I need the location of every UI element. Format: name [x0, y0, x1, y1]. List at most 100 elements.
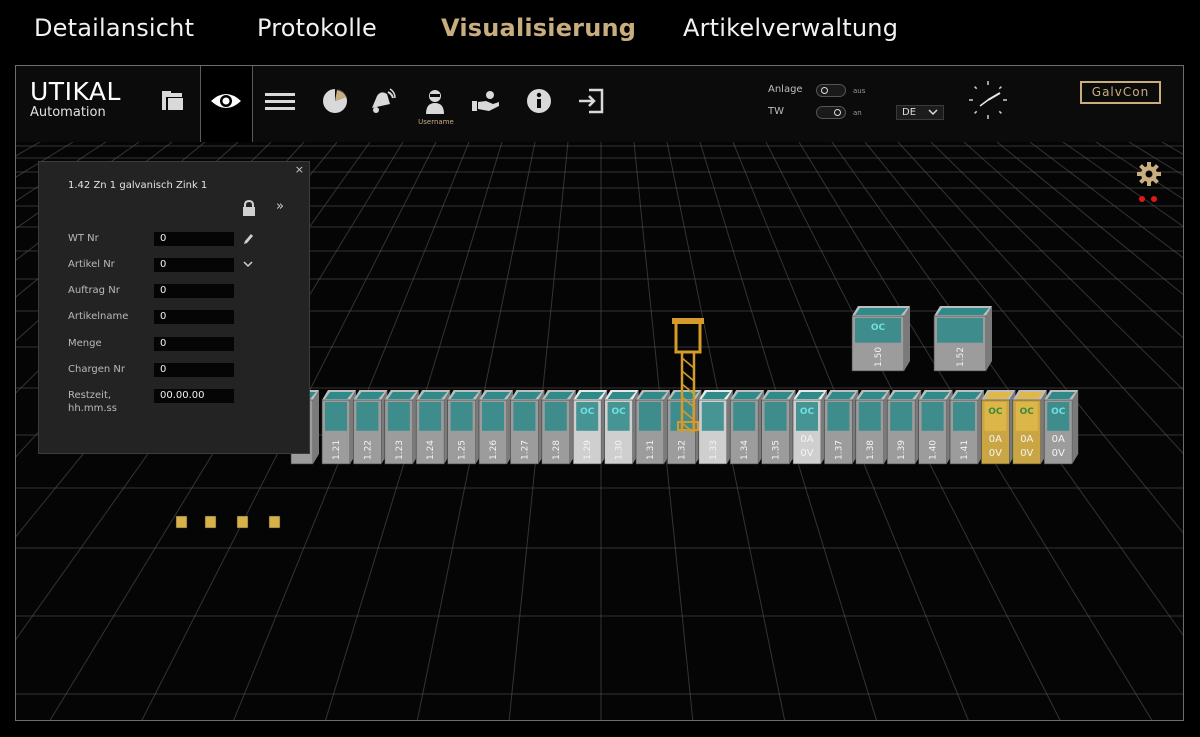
user-icon[interactable]: [418, 84, 452, 118]
tank[interactable]: 1.34: [729, 390, 765, 465]
svg-text:1.52: 1.52: [956, 347, 966, 367]
field-label: Artikel Nr: [68, 259, 115, 270]
tw-toggle[interactable]: [816, 106, 846, 119]
svg-text:1.50: 1.50: [874, 347, 884, 367]
svg-text:1.31: 1.31: [646, 440, 656, 460]
info-icon[interactable]: [522, 84, 556, 118]
tank[interactable]: 1.35: [761, 390, 796, 465]
app-window: UTIKAL Automation Username Anlage aus TW…: [15, 65, 1184, 721]
clock-icon: [969, 81, 1007, 119]
close-button[interactable]: ×: [295, 163, 304, 176]
tab-artikelverwaltung[interactable]: Artikelverwaltung: [683, 14, 898, 42]
pie-chart-icon[interactable]: [318, 84, 352, 118]
alarm-bell-icon[interactable]: [365, 84, 399, 118]
galvcon-button[interactable]: GalvCon: [1080, 81, 1161, 104]
svg-text:1.41: 1.41: [960, 440, 970, 460]
svg-text:1.23: 1.23: [395, 440, 405, 460]
restzeit-input[interactable]: [154, 389, 234, 403]
artikelname-input[interactable]: [154, 310, 234, 324]
language-select[interactable]: DE: [896, 105, 944, 120]
tank[interactable]: OC 1.29: [572, 390, 608, 465]
svg-text:1.35: 1.35: [772, 440, 782, 460]
chevron-down-icon[interactable]: [242, 260, 254, 268]
tank[interactable]: 1.52: [933, 306, 992, 372]
tab-visualisierung[interactable]: Visualisierung: [441, 14, 636, 42]
tank-line: OC 1.50 1.52 1.21 1.22 1.23 1.24 1.25 1.26 1.27 1.…: [175, 306, 1079, 529]
menge-input[interactable]: [154, 337, 234, 351]
tank[interactable]: OC 0A 0V: [1043, 390, 1079, 465]
tank[interactable]: 1.27: [510, 390, 545, 465]
svg-text:OC: OC: [580, 407, 595, 417]
svg-text:OC: OC: [1020, 407, 1035, 417]
hand-coin-icon[interactable]: [469, 84, 503, 118]
tank[interactable]: OC 0A 0V: [792, 390, 827, 465]
chargen-nr-input[interactable]: [154, 363, 234, 377]
tank[interactable]: 1.33: [698, 390, 733, 465]
svg-text:1.21: 1.21: [332, 440, 342, 460]
brand-logo: UTIKAL Automation: [30, 78, 121, 120]
tank-markers: [175, 515, 281, 529]
tank[interactable]: 1.25: [447, 390, 482, 465]
anlage-state: aus: [853, 87, 866, 95]
expand-button[interactable]: »: [276, 199, 284, 214]
svg-text:OC: OC: [800, 407, 815, 417]
pencil-icon[interactable]: [242, 232, 254, 246]
tank[interactable]: 1.37: [824, 390, 859, 465]
svg-text:1.30: 1.30: [615, 440, 625, 460]
username-label: Username: [418, 118, 454, 126]
svg-text:0A: 0A: [989, 434, 1002, 445]
svg-text:OC: OC: [988, 407, 1003, 417]
status-indicator: [1139, 196, 1157, 202]
svg-text:0A: 0A: [800, 434, 813, 445]
wt-nr-input[interactable]: [154, 232, 234, 246]
tank[interactable]: OC 0A 0V: [1012, 390, 1047, 465]
tab-protokolle[interactable]: Protokolle: [257, 14, 377, 42]
svg-text:OC: OC: [871, 323, 886, 333]
tank[interactable]: 1.41: [949, 390, 984, 465]
lock-icon[interactable]: [242, 200, 256, 216]
tank[interactable]: 1.40: [918, 390, 953, 465]
tank[interactable]: 1.24: [415, 390, 451, 465]
tank[interactable]: OC 1.50: [851, 306, 910, 372]
svg-text:1.34: 1.34: [740, 440, 750, 460]
tank[interactable]: OC 1.30: [604, 390, 639, 465]
field-label: Restzeit, hh.mm.ss: [68, 390, 117, 414]
brand-subtitle: Automation: [30, 105, 106, 120]
tank[interactable]: 1.22: [353, 390, 388, 465]
tank-detail-panel: × 1.42 Zn 1 galvanisch Zink 1 » WT Nr Ar…: [38, 161, 310, 454]
svg-text:1.33: 1.33: [709, 440, 719, 460]
tank[interactable]: 1.39: [886, 390, 922, 465]
menu-icon[interactable]: [263, 84, 297, 118]
anlage-toggle[interactable]: [816, 84, 846, 97]
svg-text:1.29: 1.29: [583, 440, 593, 460]
tank[interactable]: 1.38: [855, 390, 890, 465]
tank[interactable]: 1.23: [384, 390, 419, 465]
svg-text:OC: OC: [1051, 407, 1066, 417]
tank[interactable]: 1.32: [667, 390, 702, 465]
tank[interactable]: 1.28: [541, 390, 576, 465]
gear-icon[interactable]: [1136, 161, 1162, 187]
eye-icon[interactable]: [209, 84, 243, 118]
svg-text:0V: 0V: [800, 448, 813, 459]
svg-text:0A: 0A: [1020, 434, 1033, 445]
svg-text:1.27: 1.27: [520, 440, 530, 460]
svg-text:0V: 0V: [989, 448, 1002, 459]
tank[interactable]: 1.31: [635, 390, 670, 465]
panel-title: 1.42 Zn 1 galvanisch Zink 1: [68, 180, 208, 191]
svg-text:1.26: 1.26: [489, 440, 499, 460]
logout-icon[interactable]: [574, 84, 608, 118]
tank[interactable]: 1.21: [321, 390, 356, 465]
svg-text:1.32: 1.32: [677, 440, 687, 460]
tank[interactable]: OC 0A 0V: [981, 390, 1016, 465]
svg-text:1.39: 1.39: [897, 440, 907, 460]
folder-icon[interactable]: [155, 84, 189, 118]
chevron-down-icon: [928, 109, 938, 116]
artikel-nr-input[interactable]: [154, 258, 234, 272]
language-value: DE: [902, 107, 917, 118]
tab-detailansicht[interactable]: Detailansicht: [34, 14, 194, 42]
tank[interactable]: 1.26: [478, 390, 513, 465]
svg-text:1.22: 1.22: [363, 440, 373, 460]
anlage-label: Anlage: [768, 84, 803, 95]
field-label: Menge: [68, 338, 102, 349]
auftrag-nr-input[interactable]: [154, 284, 234, 298]
